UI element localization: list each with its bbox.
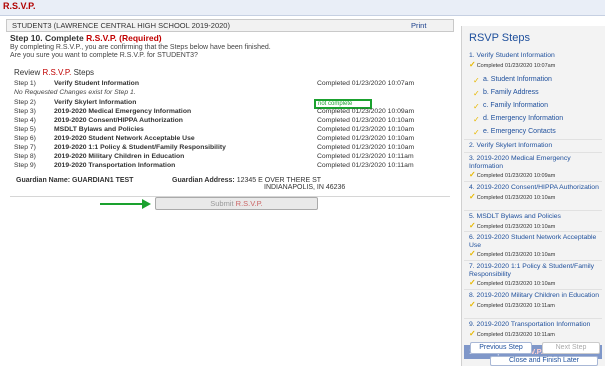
review-row-6: Step 6) 2019-2020 Student Network Accepta… [14, 135, 415, 142]
sidebar-step-3[interactable]: 3. 2019-2020 Medical Emergency Informati… [464, 155, 602, 181]
sidebar-divider [464, 260, 602, 261]
review-row-8: Step 8) 2019-2020 Military Children in Ed… [14, 153, 414, 160]
review-row-7: Step 7) 2019-2020 1:1 Policy & Student/Fa… [14, 144, 415, 151]
review-row-1: Step 1) Verify Student Information Complet… [14, 80, 415, 87]
sidebar-title: RSVP Steps [469, 32, 530, 44]
app-title: R.S.V.P. [3, 1, 36, 11]
sidebar-divider [464, 231, 602, 232]
guardian-address: Guardian Address: 12345 E OVER THERE ST … [172, 177, 346, 191]
sidebar-divider [464, 139, 602, 140]
previous-step-button[interactable]: Previous Step [470, 342, 532, 354]
checkmark-icon: ✓ [469, 328, 476, 338]
submit-rsvp-button[interactable]: Submit R.S.V.P. [155, 197, 318, 210]
sidebar-step-1-date: ✓Completed 01/23/2020 10:07am [469, 59, 556, 69]
checkmark-icon: ✓ [469, 59, 476, 69]
sidebar-step-6[interactable]: 6. 2019-2020 Student Network Acceptable … [464, 234, 602, 260]
sidebar-step-7[interactable]: 7. 2019-2020 1:1 Policy & Student/Family… [464, 263, 602, 289]
checkmark-icon: ✓ [473, 89, 480, 98]
sidebar-divider [464, 181, 602, 182]
checkmark-icon: ✓ [469, 220, 476, 230]
sidebar-step-9[interactable]: 9. 2019-2020 Transportation Information … [464, 321, 602, 339]
sidebar-step-8[interactable]: 8. 2019-2020 Military Children in Educat… [464, 292, 602, 310]
sidebar-step-4[interactable]: 4. 2019-2020 Consent/HIPPA Authorization… [464, 184, 602, 202]
sidebar-divider [464, 318, 602, 319]
intro-text: By completing R.S.V.P., you are confirmi… [10, 44, 370, 60]
checkmark-icon: ✓ [469, 170, 476, 179]
sidebar-step-2[interactable]: 2. Verify Skylert Information [464, 142, 602, 150]
sidebar-substep-d[interactable]: ✓ d. Emergency Information [470, 113, 600, 124]
close-and-finish-later-button[interactable]: Close and Finish Later [490, 356, 598, 366]
review-row-5: Step 5) MSDLT Bylaws and Policies Complete… [14, 126, 415, 133]
intro-line-2: Are you sure you want to complete R.S.V.… [10, 52, 198, 59]
checkmark-icon: ✓ [469, 249, 476, 258]
checkmark-icon: ✓ [469, 278, 476, 287]
review-row-3: Step 3) 2019-2020 Medical Emergency Infor… [14, 108, 415, 115]
student-name: STUDENT3 (LAWRENCE CENTRAL HIGH SCHOOL 2… [12, 21, 230, 30]
sidebar-substep-b[interactable]: ✓ b. Family Address [470, 87, 600, 98]
sidebar-substep-a[interactable]: ✓ a. Student Information [470, 74, 600, 85]
rsvp-steps-sidebar: RSVP Steps 1. Verify Student Information… [461, 26, 605, 366]
review-row-4: Step 4) 2019-2020 Consent/HIPPA Authoriza… [14, 117, 415, 124]
student-header: STUDENT3 (LAWRENCE CENTRAL HIGH SCHOOL 2… [6, 19, 454, 32]
review-row-9: Step 9) 2019-2020 Transportation Informat… [14, 162, 414, 169]
checkmark-icon: ✓ [473, 128, 480, 137]
review-heading: Review R.S.V.P. Steps [14, 68, 95, 77]
checkmark-icon: ✓ [473, 76, 480, 85]
sidebar-divider [464, 289, 602, 290]
sidebar-substep-c[interactable]: ✓ c. Family Information [470, 100, 600, 111]
checkmark-icon: ✓ [469, 299, 476, 309]
sidebar-step-1[interactable]: 1. Verify Student Information ✓Completed… [464, 52, 602, 70]
sidebar-substep-e[interactable]: ✓ e. Emergency Contacts [470, 126, 600, 137]
checkmark-icon: ✓ [473, 102, 480, 111]
step-title: Step 10. Complete R.S.V.P. (Required) [10, 33, 162, 43]
green-arrow-icon [100, 199, 151, 209]
print-link[interactable]: Print [411, 21, 426, 30]
review-row-2: Step 2) Verify Skylert Information [14, 99, 137, 106]
intro-line-1: By completing R.S.V.P., you are confirmi… [10, 44, 271, 51]
sidebar-divider [464, 210, 602, 211]
checkmark-icon: ✓ [469, 191, 476, 201]
checkmark-icon: ✓ [473, 115, 480, 124]
guardian-name: Guardian Name: GUARDIAN1 TEST [16, 177, 134, 184]
sidebar-step-5[interactable]: 5. MSDLT Bylaws and Policies ✓Completed … [464, 213, 602, 231]
review-note: No Requested Changes exist for Step 1. [14, 89, 136, 96]
sidebar-divider [464, 152, 602, 153]
next-step-button[interactable]: Next Step [542, 342, 600, 354]
app-header-bar: R.S.V.P. [0, 0, 605, 16]
